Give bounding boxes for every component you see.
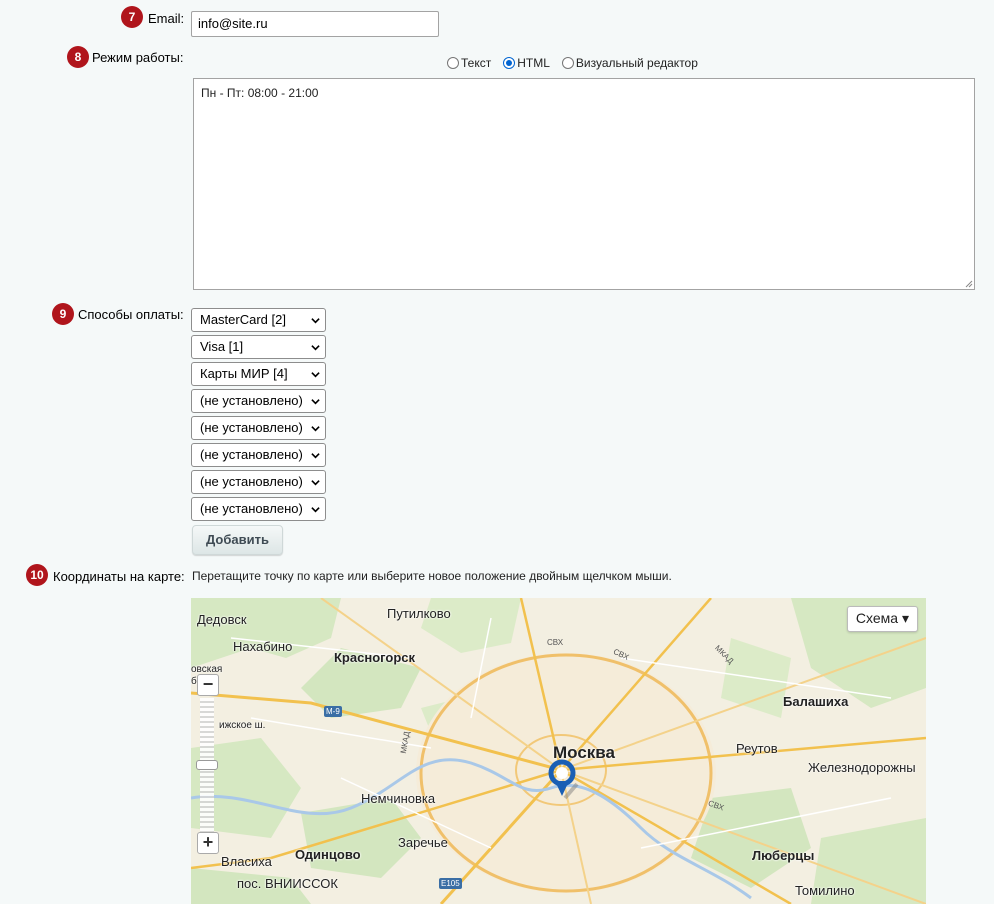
mode-visual-option[interactable]: Визуальный редактор: [561, 56, 698, 70]
place-reutov: Реутов: [736, 741, 778, 756]
place-nemchinovka: Немчиновка: [361, 791, 436, 806]
payment-select-2-value: Visa [1]: [200, 339, 244, 354]
zoom-out-button[interactable]: −: [197, 674, 219, 696]
payment-select-5[interactable]: (не установлено): [191, 416, 326, 440]
place-zarechye: Заречье: [398, 835, 448, 850]
map-type-button[interactable]: Схема ▾: [846, 606, 918, 632]
step-badge-8: 8: [67, 46, 89, 68]
payment-select-8-value: (не установлено): [200, 501, 303, 516]
mode-html-option[interactable]: HTML: [503, 56, 550, 70]
chevron-down-icon: [311, 318, 320, 324]
place-vlasikha: Власиха: [221, 854, 272, 869]
payment-select-3-value: Карты МИР [4]: [200, 366, 288, 381]
step-badge-7: 7: [121, 6, 143, 28]
coordinates-label: Координаты на карте:: [53, 569, 185, 584]
email-field[interactable]: info@site.ru: [191, 11, 439, 37]
chevron-down-icon: [311, 345, 320, 351]
chevron-down-icon: [311, 453, 320, 459]
place-highway: ижское ш.: [219, 720, 266, 731]
chevron-down-icon: [311, 480, 320, 486]
coordinates-hint: Перетащите точку по карте или выберите н…: [192, 569, 672, 583]
chevron-down-icon: [311, 426, 320, 432]
chevron-down-icon: [311, 372, 320, 378]
payment-select-4-value: (не установлено): [200, 393, 303, 408]
road-label-cvh-1: СВХ: [547, 638, 564, 647]
work-hours-textarea[interactable]: Пн - Пт: 08:00 - 21:00: [193, 78, 975, 290]
work-hours-label: Режим работы:: [92, 50, 184, 65]
place-odintsovo: Одинцово: [295, 847, 361, 862]
place-dedovsk: Дедовск: [197, 612, 247, 627]
mode-text-label: Текст: [461, 56, 492, 70]
place-vniissok: пос. ВНИИССОК: [237, 876, 338, 891]
zoom-slider-thumb[interactable]: [196, 760, 218, 770]
payment-select-8[interactable]: (не установлено): [191, 497, 326, 521]
mode-text-option[interactable]: Текст: [447, 56, 491, 70]
mode-html-radio[interactable]: [503, 57, 516, 69]
payment-select-1[interactable]: MasterCard [2]: [191, 308, 326, 332]
place-putilkovo: Путилково: [387, 606, 451, 621]
map-marker-icon[interactable]: [547, 758, 581, 802]
step-badge-10: 10: [26, 564, 48, 586]
place-krasnogorsk: Красногорск: [334, 650, 415, 665]
road-badge-e105: Е105: [439, 878, 462, 889]
place-balashikha: Балашиха: [783, 694, 849, 709]
work-hours-text: Пн - Пт: 08:00 - 21:00: [201, 86, 319, 100]
place-zheleznodorozhny: Железнодорожны: [808, 760, 916, 775]
place-lyubertsy: Люберцы: [752, 848, 815, 863]
chevron-down-icon: [311, 399, 320, 405]
step-badge-9: 9: [52, 303, 74, 325]
mode-html-label: HTML: [517, 56, 550, 70]
map-canvas[interactable]: Дедовск Нахабино Путилково Красногорск Б…: [191, 598, 926, 904]
place-tomilino: Томилино: [795, 883, 855, 898]
payment-select-6[interactable]: (не установлено): [191, 443, 326, 467]
payment-select-2[interactable]: Visa [1]: [191, 335, 326, 359]
road-badge-m9: М-9: [324, 706, 342, 717]
mode-text-radio[interactable]: [447, 57, 459, 69]
payment-select-7[interactable]: (не установлено): [191, 470, 326, 494]
place-nakhabino: Нахабино: [233, 639, 293, 654]
payment-select-5-value: (не установлено): [200, 420, 303, 435]
payment-select-7-value: (не установлено): [200, 474, 303, 489]
mode-visual-label: Визуальный редактор: [575, 56, 698, 70]
payment-select-6-value: (не установлено): [200, 447, 303, 462]
payment-select-3[interactable]: Карты МИР [4]: [191, 362, 326, 386]
payment-select-4[interactable]: (не установлено): [191, 389, 326, 413]
mode-visual-radio[interactable]: [561, 57, 574, 69]
email-label: Email:: [148, 11, 185, 26]
chevron-down-icon: [311, 507, 320, 513]
payment-label: Способы оплаты:: [78, 307, 184, 322]
zoom-control: − +: [196, 674, 220, 856]
add-payment-button[interactable]: Добавить: [192, 525, 283, 555]
editor-mode-switch: Текст HTML Визуальный редактор: [447, 56, 710, 70]
payment-select-1-value: MasterCard [2]: [200, 312, 286, 327]
zoom-in-button[interactable]: +: [197, 832, 219, 854]
resize-grip-icon[interactable]: [965, 280, 973, 288]
